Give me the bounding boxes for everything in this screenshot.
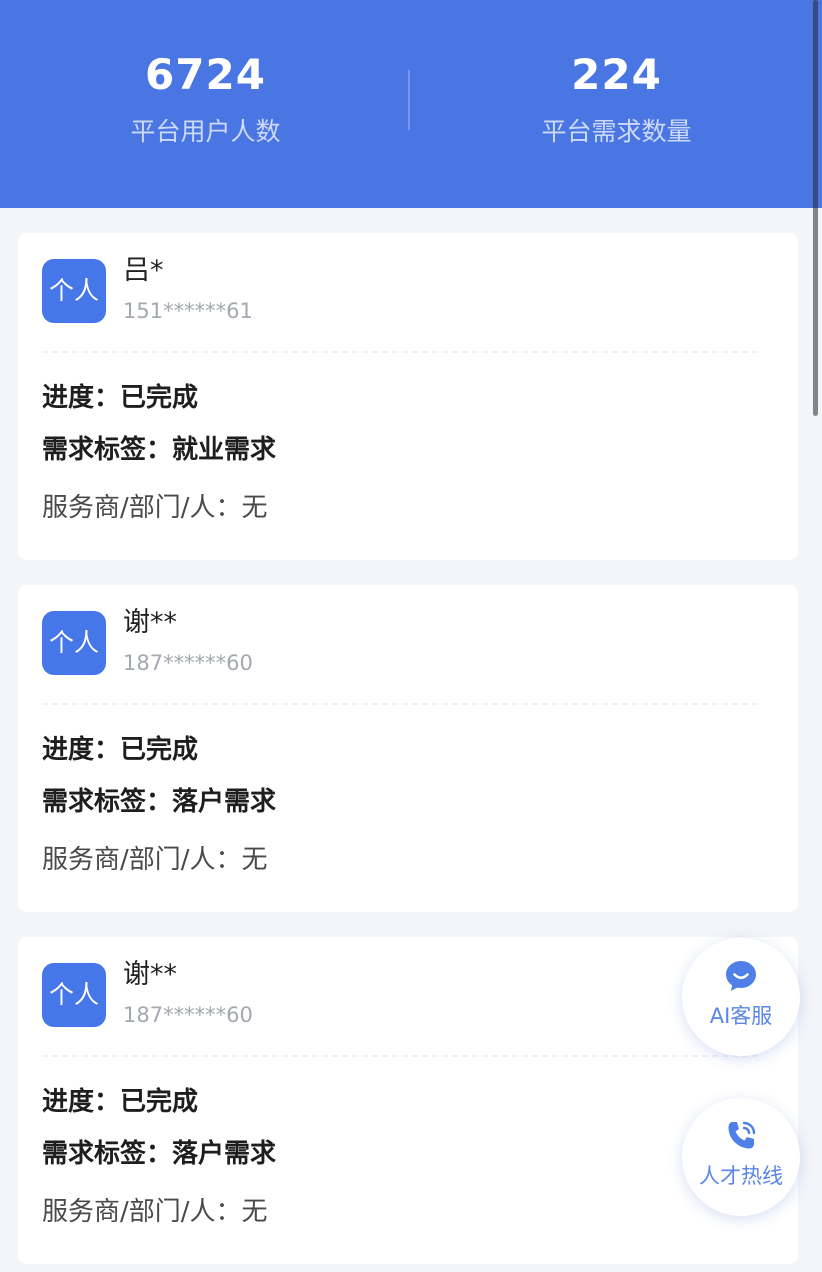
record-progress: 进度：已完成 — [42, 735, 199, 765]
record-phone: 151******61 — [123, 299, 253, 323]
chat-bubble-icon — [682, 958, 800, 998]
stats-header: 6724 平台用户人数 224 平台需求数量 — [0, 0, 822, 208]
stat-users-value: 6724 — [145, 50, 266, 99]
card-divider — [42, 703, 758, 705]
card-divider — [42, 1055, 758, 1057]
record-name: 吕* — [123, 255, 164, 286]
record-name: 谢** — [123, 607, 177, 638]
type-badge: 个人 — [42, 963, 106, 1027]
stat-demands-value: 224 — [571, 50, 662, 99]
stat-divider — [408, 70, 410, 130]
record-progress: 进度：已完成 — [42, 1087, 199, 1117]
talent-hotline-label: 人才热线 — [699, 1164, 783, 1188]
type-badge: 个人 — [42, 259, 106, 323]
record-progress: 进度：已完成 — [42, 383, 199, 413]
phone-icon — [682, 1118, 800, 1158]
stat-users-label: 平台用户人数 — [130, 117, 281, 146]
stat-users: 6724 平台用户人数 — [0, 0, 411, 208]
type-badge: 个人 — [42, 611, 106, 675]
scrollbar[interactable] — [813, 0, 818, 416]
record-card[interactable]: 个人 谢** 187******60 进度：已完成 需求标签：落户需求 服务商/… — [18, 585, 798, 912]
record-tag: 需求标签：落户需求 — [42, 1139, 277, 1169]
record-name: 谢** — [123, 959, 177, 990]
record-phone: 187******60 — [123, 1003, 253, 1027]
ai-service-button[interactable]: AI客服 — [682, 938, 800, 1056]
ai-service-label: AI客服 — [709, 1004, 773, 1028]
talent-hotline-button[interactable]: 人才热线 — [682, 1098, 800, 1216]
record-tag: 需求标签：落户需求 — [42, 787, 277, 817]
record-provider: 服务商/部门/人：无 — [42, 845, 268, 875]
record-provider: 服务商/部门/人：无 — [42, 1197, 268, 1227]
stat-demands: 224 平台需求数量 — [411, 0, 822, 208]
record-phone: 187******60 — [123, 651, 253, 675]
record-provider: 服务商/部门/人：无 — [42, 493, 268, 523]
card-divider — [42, 351, 758, 353]
stat-demands-label: 平台需求数量 — [541, 117, 692, 146]
record-card[interactable]: 个人 吕* 151******61 进度：已完成 需求标签：就业需求 服务商/部… — [18, 233, 798, 560]
record-tag: 需求标签：就业需求 — [42, 435, 277, 465]
record-card[interactable]: 个人 谢** 187******60 进度：已完成 需求标签：落户需求 服务商/… — [18, 937, 798, 1264]
